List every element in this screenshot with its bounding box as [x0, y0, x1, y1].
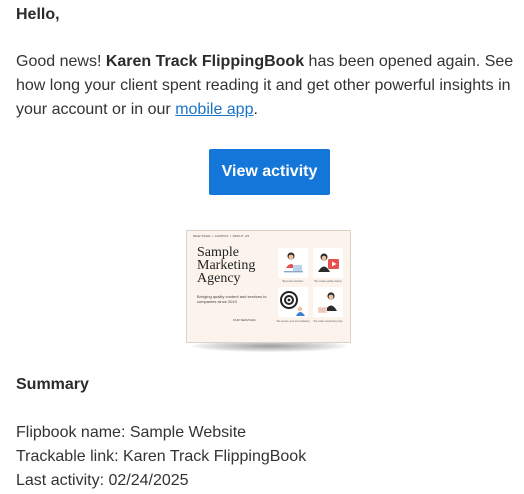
flipbook-name-row: Flipbook name: Sample Website [16, 421, 306, 445]
target-icon [278, 287, 308, 317]
thumbnail-title: Sample Marketing Agency [197, 245, 256, 286]
card-caption-2: We create quality videos [314, 280, 342, 283]
summary-title: Summary [16, 376, 89, 393]
notification-message: Good news! Karen Track FlippingBook has … [16, 50, 516, 122]
view-activity-button[interactable]: View activity [209, 149, 330, 195]
mobile-app-link[interactable]: mobile app [175, 101, 253, 118]
card-caption-4: We make convincing copy [313, 320, 343, 323]
last-activity-value: 02/24/2025 [108, 472, 189, 489]
summary-details: Flipbook name: Sample Website Trackable … [16, 421, 306, 493]
message-intro: Good news! [16, 53, 106, 70]
thumbnail-nav: NEW PAGE > CAMPUS > ABOUT US [193, 234, 250, 238]
thumbnail-button: OUR SERVICES [233, 318, 256, 322]
flipbook-title: Karen Track FlippingBook [105, 53, 305, 70]
thumbnail-tagline: Bringing quality content and services to… [197, 294, 267, 304]
flipbook-name-label: Flipbook name: [16, 424, 130, 441]
last-activity-row: Last activity: 02/24/2025 [16, 469, 306, 493]
trackable-link-value: Karen Track FlippingBook [123, 448, 307, 465]
last-activity-label: Last activity: [16, 472, 109, 489]
flipbook-thumbnail[interactable]: NEW PAGE > CAMPUS > ABOUT US Sample Mark… [186, 230, 353, 354]
card-caption-1: Best web solutions [282, 280, 304, 283]
message-end: . [253, 101, 258, 118]
person-video-icon [313, 248, 343, 278]
flipbook-name-value: Sample Website [129, 424, 247, 441]
greeting: Hello, [16, 6, 60, 23]
person-laptop-icon [278, 248, 308, 278]
trackable-link-label: Trackable link: [16, 448, 123, 465]
card-caption-3: We ensure your ad marketing [276, 320, 310, 323]
person-writing-icon [313, 287, 343, 317]
thumbnail-page: NEW PAGE > CAMPUS > ABOUT US Sample Mark… [186, 230, 351, 343]
trackable-link-row: Trackable link: Karen Track FlippingBook [16, 445, 306, 469]
